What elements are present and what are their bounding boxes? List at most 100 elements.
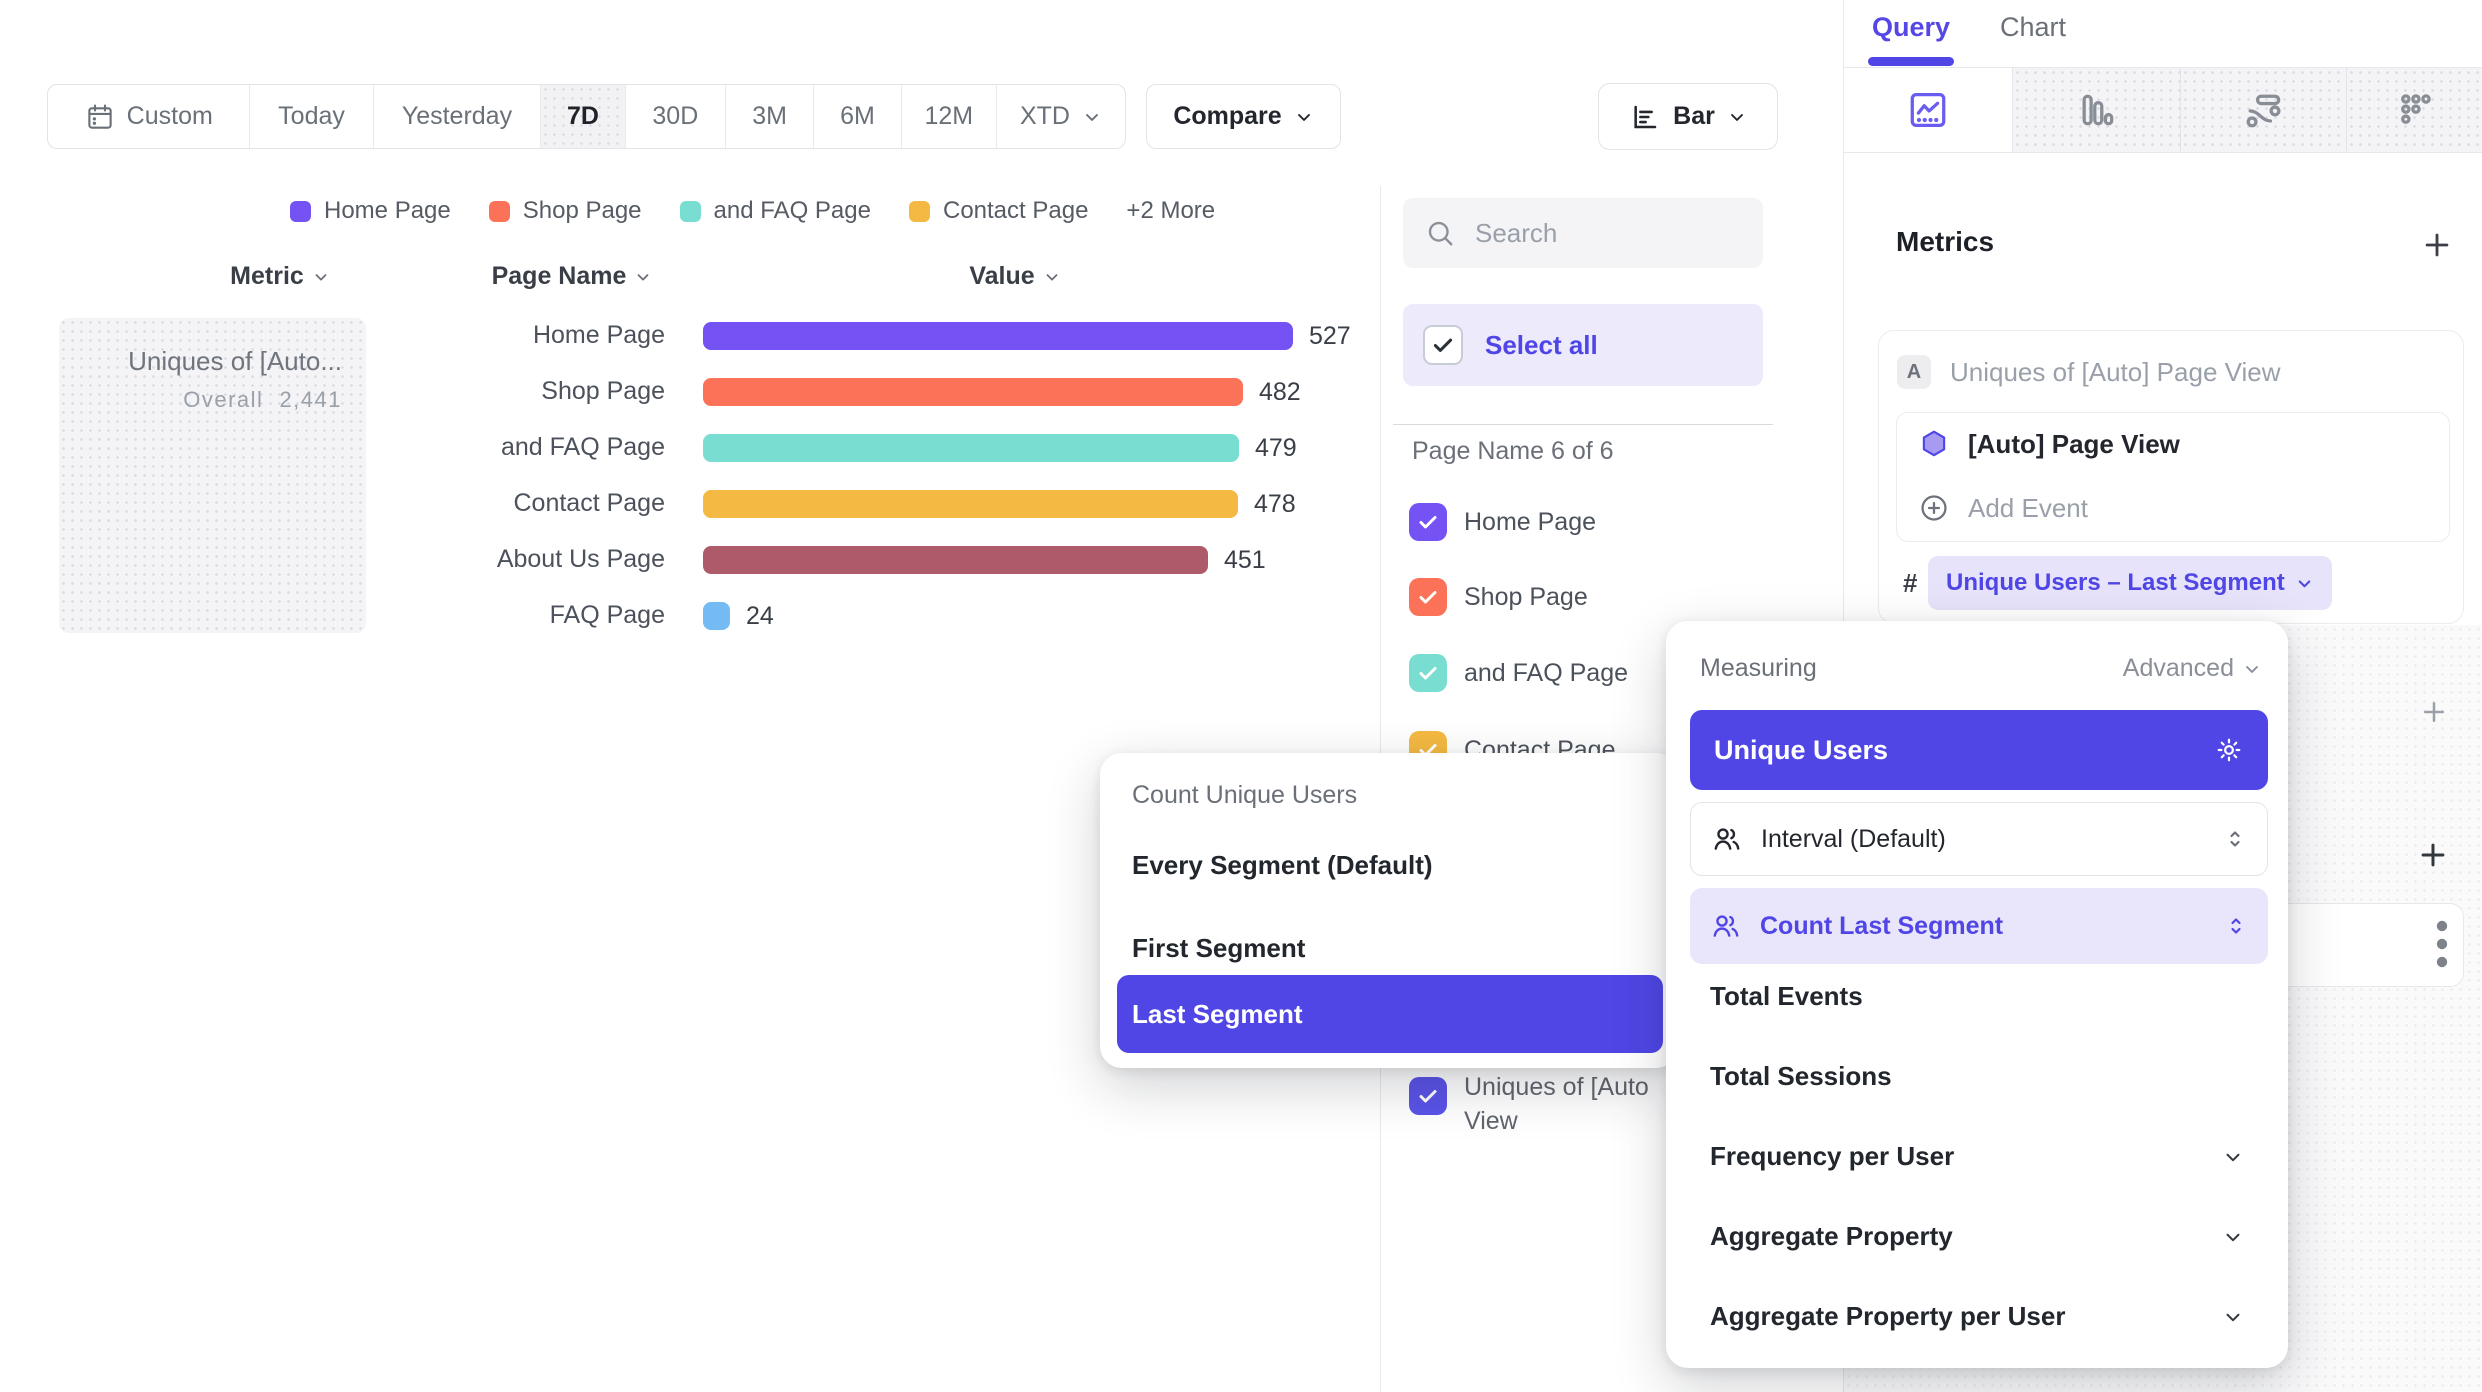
- chart-type-dropdown[interactable]: Bar: [1598, 83, 1778, 150]
- date-range-12m[interactable]: 12M: [902, 85, 997, 148]
- bar-value: 482: [1259, 378, 1301, 407]
- bar[interactable]: [703, 602, 730, 630]
- search-placeholder: Search: [1475, 218, 1557, 249]
- hexagon-event-icon: [1918, 428, 1950, 460]
- menu-item-total-events[interactable]: Total Events: [1710, 981, 1863, 1012]
- search-input[interactable]: Search: [1403, 198, 1763, 268]
- select-all-checkbox[interactable]: [1423, 325, 1463, 365]
- legend-item[interactable]: Shop Page: [489, 197, 642, 225]
- add-metric-button[interactable]: [2420, 228, 2454, 262]
- add-filter-button[interactable]: [2419, 697, 2449, 727]
- advanced-dropdown[interactable]: Advanced: [2123, 654, 2262, 683]
- chevron-down-icon: [2295, 574, 2314, 593]
- date-range-yesterday[interactable]: Yesterday: [374, 85, 542, 148]
- page-name-column-header[interactable]: Page Name: [452, 262, 692, 291]
- menu-item-aggregate-property[interactable]: Aggregate Property: [1710, 1221, 2244, 1252]
- filter-item-uniques[interactable]: Uniques of [Auto View: [1409, 1070, 1649, 1138]
- legend-item[interactable]: Home Page: [290, 197, 451, 225]
- date-range-6m[interactable]: 6M: [814, 85, 901, 148]
- filter-item-home-page[interactable]: Home Page: [1409, 503, 1596, 541]
- legend-item[interactable]: Contact Page: [909, 197, 1088, 225]
- metric-overall: Overall 2,441: [75, 387, 342, 413]
- menu-item-total-sessions[interactable]: Total Sessions: [1710, 1061, 1892, 1092]
- bar-value: 479: [1255, 434, 1297, 463]
- date-range-3m[interactable]: 3M: [726, 85, 814, 148]
- filter-item-shop-page[interactable]: Shop Page: [1409, 578, 1588, 616]
- bar[interactable]: [703, 434, 1239, 462]
- select-all-label: Select all: [1485, 330, 1598, 361]
- bar-row: 482: [703, 377, 1301, 407]
- chevron-down-icon: [634, 268, 652, 286]
- report-tab-funnels[interactable]: [2012, 68, 2180, 152]
- report-tab-insights[interactable]: [1844, 68, 2012, 152]
- date-range-today[interactable]: Today: [250, 85, 373, 148]
- chart-legend: Home Page Shop Page and FAQ Page Contact…: [290, 197, 1215, 225]
- checked-checkbox[interactable]: [1409, 503, 1447, 541]
- report-tab-retention[interactable]: [2346, 68, 2482, 152]
- measurement-pill[interactable]: Unique Users – Last Segment: [1928, 556, 2332, 610]
- bar[interactable]: [703, 490, 1238, 518]
- count-unique-users-menu: Count Unique Users Every Segment (Defaul…: [1100, 753, 1678, 1068]
- chevron-down-icon: [1082, 107, 1102, 127]
- more-options-button[interactable]: [2434, 918, 2450, 970]
- add-breakdown-button[interactable]: [2416, 838, 2450, 872]
- menu-item-frequency-per-user[interactable]: Frequency per User: [1710, 1141, 2244, 1172]
- menu-item-last-segment-selected[interactable]: Last Segment: [1117, 975, 1663, 1053]
- count-last-segment-row[interactable]: Count Last Segment: [1690, 888, 2268, 964]
- bar-row-label: FAQ Page: [365, 601, 665, 630]
- legend-more[interactable]: +2 More: [1126, 197, 1215, 225]
- checked-checkbox[interactable]: [1409, 578, 1447, 616]
- date-range-7d[interactable]: 7D: [541, 85, 625, 148]
- chevron-down-icon: [1043, 268, 1061, 286]
- chevron-down-icon: [1294, 107, 1314, 127]
- unfold-more-icon: [2224, 914, 2248, 938]
- select-all-row[interactable]: Select all: [1403, 304, 1763, 386]
- dots-grid-icon: [2393, 88, 2437, 132]
- bar-value: 24: [746, 602, 774, 631]
- date-range-custom[interactable]: Custom: [48, 85, 250, 148]
- date-range-label: Custom: [127, 102, 213, 131]
- calendar-icon: [85, 102, 115, 132]
- checked-checkbox[interactable]: [1409, 1077, 1447, 1115]
- bar-value: 478: [1254, 490, 1296, 519]
- bar-chart-icon: [1629, 101, 1661, 133]
- metric-summary-card[interactable]: Uniques of [Auto... Overall 2,441: [59, 318, 366, 633]
- legend-swatch: [909, 201, 930, 222]
- chevron-down-icon: [312, 268, 330, 286]
- analytics-report-page: Custom Today Yesterday 7D 30D 3M 6M 12M …: [0, 0, 2482, 1392]
- bar-row: 478: [703, 489, 1296, 519]
- date-range-30d[interactable]: 30D: [626, 85, 726, 148]
- measure-unique-users-selected[interactable]: Unique Users: [1690, 710, 2268, 790]
- checked-checkbox[interactable]: [1409, 654, 1447, 692]
- bar-columns-icon: [2075, 88, 2119, 132]
- menu-item-every-segment[interactable]: Every Segment (Default): [1100, 810, 1678, 881]
- menu-item-first-segment[interactable]: First Segment: [1100, 881, 1678, 964]
- bar[interactable]: [703, 322, 1293, 350]
- metric-column-header[interactable]: Metric: [170, 262, 390, 291]
- filter-divider: [1393, 424, 1773, 425]
- measuring-title: Measuring: [1700, 654, 1817, 683]
- circle-plus-icon: [1918, 492, 1950, 524]
- gear-icon[interactable]: [2214, 735, 2244, 765]
- bar-value: 451: [1224, 546, 1266, 575]
- menu-item-aggregate-property-per-user[interactable]: Aggregate Property per User: [1710, 1301, 2244, 1332]
- tab-chart[interactable]: Chart: [2000, 12, 2066, 43]
- report-tab-flows[interactable]: [2180, 68, 2346, 152]
- bar[interactable]: [703, 378, 1243, 406]
- flows-icon: [2242, 88, 2286, 132]
- date-range-xtd[interactable]: XTD: [997, 85, 1125, 148]
- bar-row: 527: [703, 321, 1351, 351]
- legend-item[interactable]: and FAQ Page: [680, 197, 871, 225]
- bar[interactable]: [703, 546, 1208, 574]
- add-event-row[interactable]: Add Event: [1918, 492, 2088, 524]
- interval-default-row[interactable]: Interval (Default): [1690, 802, 2268, 876]
- value-column-header[interactable]: Value: [915, 262, 1115, 291]
- event-row[interactable]: [Auto] Page View: [1918, 428, 2180, 460]
- tab-query[interactable]: Query: [1872, 12, 1950, 43]
- filter-item-and-faq-page[interactable]: and FAQ Page: [1409, 654, 1628, 692]
- metric-a-title: Uniques of [Auto] Page View: [1950, 355, 2281, 389]
- compare-button[interactable]: Compare: [1146, 84, 1341, 149]
- bar-row-label: Home Page: [365, 321, 665, 350]
- hash-symbol: #: [1903, 568, 1917, 599]
- legend-swatch: [489, 201, 510, 222]
